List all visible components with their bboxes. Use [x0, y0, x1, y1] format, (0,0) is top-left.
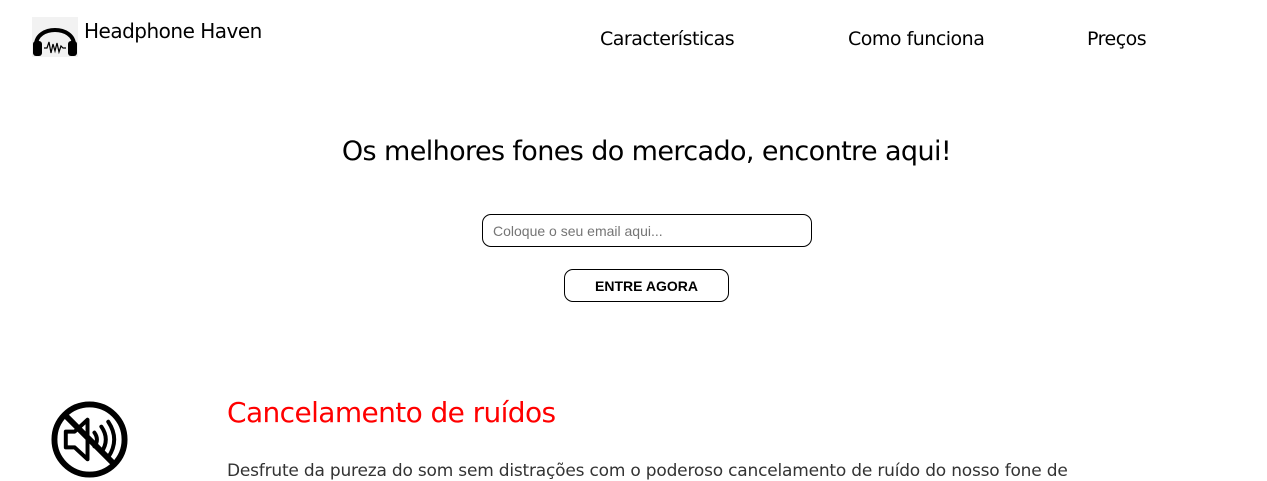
mute-icon — [51, 401, 128, 478]
nav-como-funciona[interactable]: Como funciona — [848, 27, 985, 51]
headphones-icon — [32, 17, 78, 57]
feature-description: Desfrute da pureza do som sem distrações… — [227, 461, 1068, 481]
brand-name: Headphone Haven — [84, 19, 262, 43]
header: Headphone Haven Características Como fun… — [0, 0, 1267, 80]
logo[interactable]: Headphone Haven — [32, 16, 262, 58]
enter-now-button[interactable]: ENTRE AGORA — [564, 269, 729, 302]
landing-page: Headphone Haven Características Como fun… — [0, 0, 1267, 481]
hero-title: Os melhores fones do mercado, encontre a… — [341, 136, 952, 167]
nav-precos[interactable]: Preços — [1087, 27, 1147, 51]
nav-caracteristicas[interactable]: Características — [600, 27, 735, 51]
email-input[interactable] — [482, 214, 812, 247]
feature-title: Cancelamento de ruídos — [227, 396, 556, 429]
